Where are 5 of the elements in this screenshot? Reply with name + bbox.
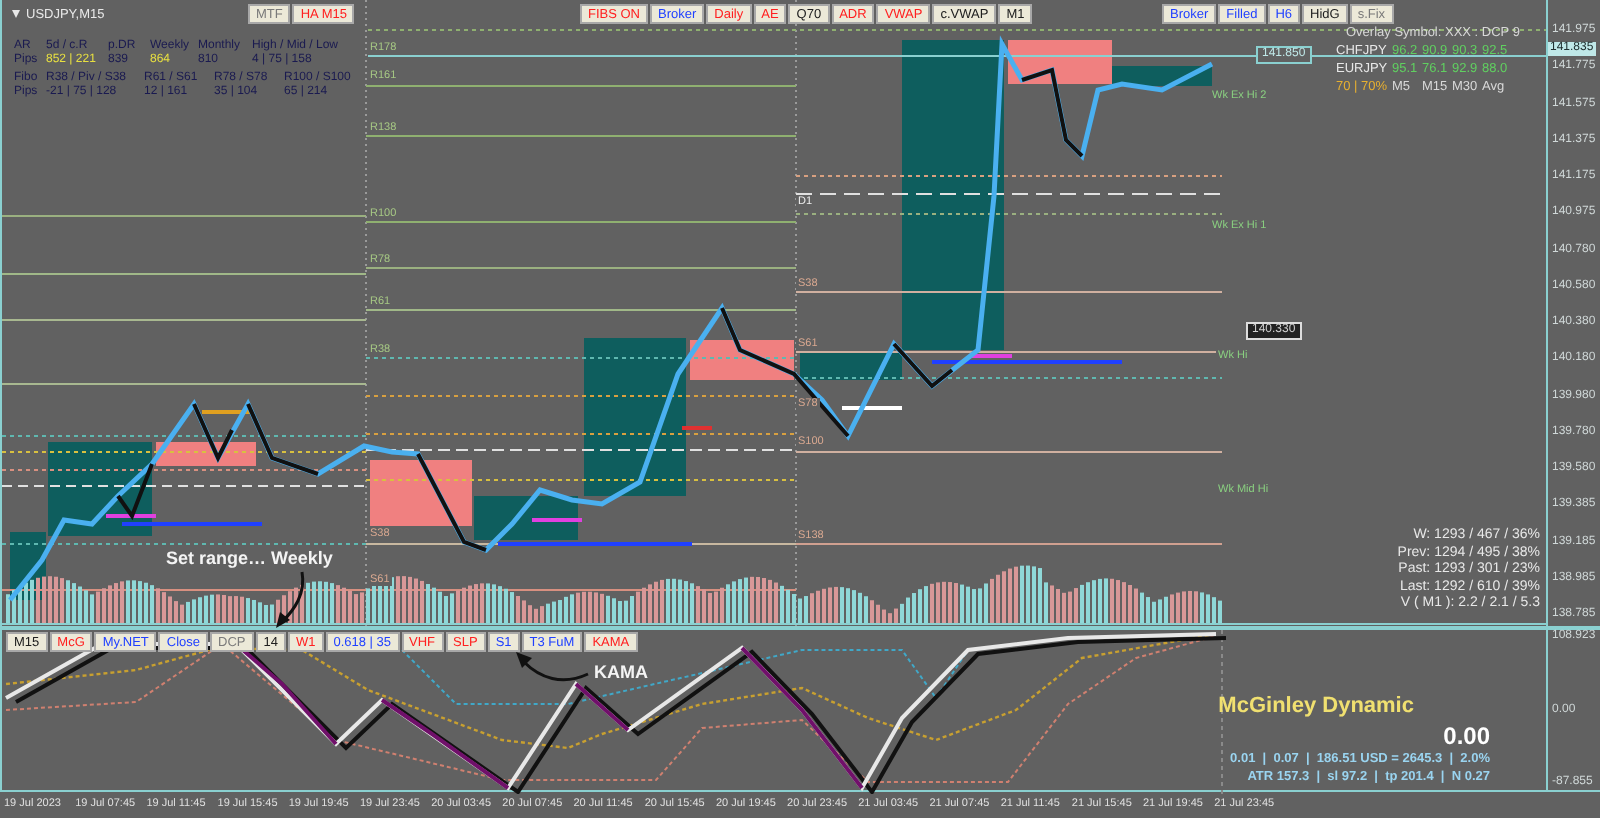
- dropdown-triangle-icon[interactable]: [12, 10, 20, 18]
- annotation-text: KAMA: [594, 662, 648, 682]
- indicator-value: 0.00: [1443, 722, 1490, 750]
- indicator-title: McGinley Dynamic: [1218, 694, 1414, 718]
- annotation-text: Set range… Weekly: [166, 548, 333, 568]
